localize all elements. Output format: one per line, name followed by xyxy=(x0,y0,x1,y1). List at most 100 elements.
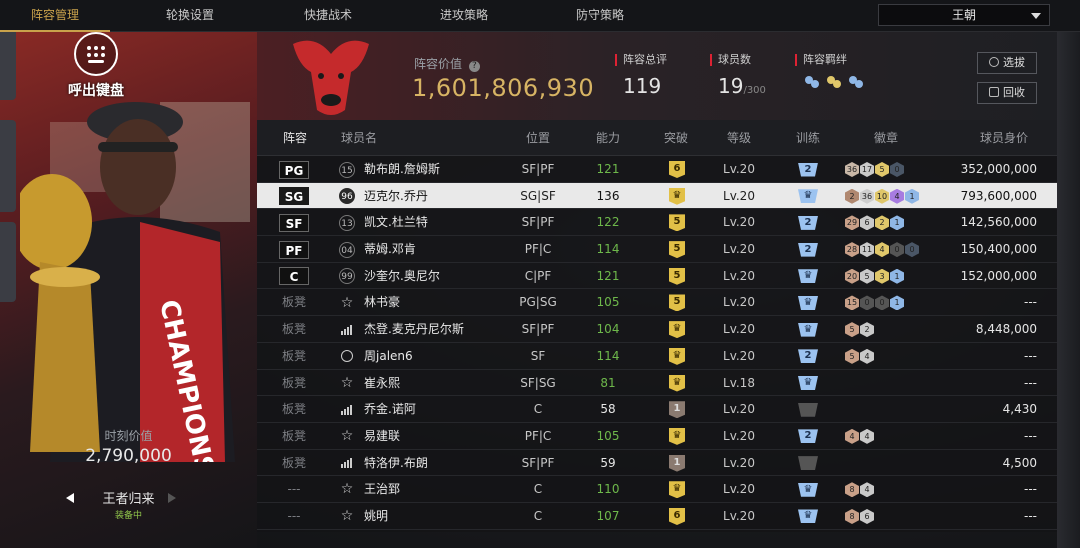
bench-label: 板凳 xyxy=(281,322,306,337)
player-name[interactable]: 姚明 xyxy=(364,503,514,530)
player-rating: 107 xyxy=(596,508,620,523)
player-value: 8,448,000 xyxy=(975,322,1037,337)
breakthrough: ♛ xyxy=(662,370,692,397)
player-name[interactable]: 勒布朗.詹姆斯 xyxy=(364,156,514,183)
card-mode-switch: 王者归来 装备中 xyxy=(0,488,257,521)
player-position: SF|SG xyxy=(520,375,556,390)
player-name[interactable]: 凯文.杜兰特 xyxy=(364,209,514,236)
breakthrough-badge: 6 xyxy=(669,161,685,178)
player-name[interactable]: 林书豪 xyxy=(364,289,514,316)
badge-list: 54 xyxy=(845,343,955,370)
arrow-right-icon[interactable] xyxy=(168,493,176,503)
position-slot-badge[interactable]: PG xyxy=(279,160,309,179)
player-name[interactable]: 沙奎尔.奥尼尔 xyxy=(364,263,514,290)
table-row[interactable]: 板凳 杰登.麦克丹尼尔斯 SF|PF 104 ♛ Lv.20 ♛ 52 8,44… xyxy=(257,316,1057,343)
breakthrough-badge: 6 xyxy=(669,507,685,525)
training: 2 xyxy=(793,423,823,450)
player-name[interactable]: 崔永熙 xyxy=(364,370,514,397)
player-icon: 96 xyxy=(337,183,357,210)
star-icon: ☆ xyxy=(340,374,354,391)
player-name[interactable]: 周jalen6 xyxy=(364,343,514,370)
col-position: 位置 xyxy=(525,131,550,145)
training: ♛ xyxy=(793,183,823,210)
side-tab-handle[interactable] xyxy=(0,120,16,212)
table-row[interactable]: SG 96 迈克尔.乔丹 SG|SF 136 ♛ Lv.20 ♛ 2 36 10 4 1… xyxy=(257,182,1057,210)
player-name[interactable]: 易建联 xyxy=(364,423,514,450)
side-tab-handle[interactable] xyxy=(0,32,16,100)
table-row[interactable]: 板凳 ☆ 易建联 PF|C 105 ♛ Lv.20 2 44 --- xyxy=(257,423,1057,450)
scout-button[interactable]: 选拔 xyxy=(977,52,1037,74)
player-name[interactable]: 特洛伊.布朗 xyxy=(364,450,514,477)
player-name[interactable]: 王治郅 xyxy=(364,476,514,503)
player-position: C xyxy=(533,482,543,497)
player-rating: 121 xyxy=(596,162,620,176)
tab-defense[interactable]: 防守策略 xyxy=(545,0,655,32)
recycle-button[interactable]: 回收 xyxy=(977,82,1037,104)
tab-rotation[interactable]: 轮换设置 xyxy=(135,0,245,32)
table-row[interactable]: PG 15 勒布朗.詹姆斯 SF|PF 121 6 Lv.20 2 36 17 5 0… xyxy=(257,156,1057,183)
table-row[interactable]: 板凳 ☆ 崔永熙 SF|SG 81 ♛ Lv.18 ♛ --- xyxy=(257,370,1057,397)
badge-hex: 2 xyxy=(860,322,874,338)
position-slot-badge[interactable]: PF xyxy=(279,240,309,259)
bench-label: --- xyxy=(287,482,301,497)
table-row[interactable]: SF 13 凯文.杜兰特 SF|PF 122 5 Lv.20 2 29 6 2 1 1… xyxy=(257,209,1057,237)
position-slot-badge[interactable]: C xyxy=(279,267,309,286)
table-row[interactable]: --- ☆ 姚明 C 107 6 Lv.20 ♛ 86 --- xyxy=(257,503,1057,530)
position-slot-badge[interactable]: SG xyxy=(279,187,309,206)
table-row[interactable]: C 99 沙奎尔.奥尼尔 C|PF 121 5 Lv.20 ♛ 20 5 3 1 15… xyxy=(257,263,1057,290)
table-row[interactable]: 板凳 ☆ 林书豪 PG|SG 105 5 Lv.20 ♛ 15 0 0 1 --- xyxy=(257,289,1057,317)
lineup-slot: SF xyxy=(277,209,311,236)
lineup-value: 1,601,806,930 xyxy=(412,74,595,102)
player-name[interactable]: 杰登.麦克丹尼尔斯 xyxy=(364,316,514,343)
lineup-slot: --- xyxy=(277,476,311,503)
player-icon xyxy=(337,316,357,343)
top-nav: 阵容管理 轮换设置 快捷战术 进攻策略 防守策略 王朝 xyxy=(0,0,1080,32)
table-body: PG 15 勒布朗.詹姆斯 SF|PF 121 6 Lv.20 2 36 17 5 0… xyxy=(257,156,1057,530)
badge-hex: 0 xyxy=(890,162,904,177)
table-row[interactable]: 板凳 特洛伊.布朗 SF|PF 59 1 Lv.20 4,500 xyxy=(257,450,1057,477)
bench-label: 板凳 xyxy=(281,295,306,310)
call-keyboard-button[interactable]: 呼出键盘 xyxy=(56,32,136,102)
scrollbar-area[interactable] xyxy=(1057,32,1080,548)
side-tab-handle[interactable] xyxy=(0,222,16,302)
lineup-slot: 板凳 xyxy=(277,316,311,343)
refresh-icon xyxy=(989,57,999,67)
table-row[interactable]: 板凳 乔金.诺阿 C 58 1 Lv.20 4,430 xyxy=(257,396,1057,423)
position-slot-badge[interactable]: SF xyxy=(279,213,309,232)
training-badge: 2 xyxy=(798,242,818,257)
player-icon: 13 xyxy=(337,209,357,236)
training-badge: 2 xyxy=(798,162,818,177)
player-value: 793,600,000 xyxy=(960,188,1037,203)
badge-list: 52 xyxy=(845,316,955,343)
lineup-synergy: 阵容羁绊 xyxy=(795,54,871,96)
table-row[interactable]: --- ☆ 王治郅 C 110 ♛ Lv.20 ♛ 84 --- xyxy=(257,476,1057,503)
badge-list: 15 0 0 1 xyxy=(845,289,955,316)
player-icon xyxy=(337,396,357,423)
star-icon: ☆ xyxy=(340,428,354,445)
tab-quick-tactics[interactable]: 快捷战术 xyxy=(273,0,383,32)
player-value: 4,430 xyxy=(1002,402,1037,417)
player-name[interactable]: 蒂姆.邓肯 xyxy=(364,236,514,263)
jersey-number: 13 xyxy=(339,214,355,231)
badge-hex: 1 xyxy=(890,295,904,311)
table-row[interactable]: PF 04 蒂姆.邓肯 PF|C 114 5 Lv.20 2 28 11 4 0 0 1… xyxy=(257,236,1057,263)
breakthrough-badge: 1 xyxy=(669,454,685,472)
tab-offense[interactable]: 进攻策略 xyxy=(409,0,519,32)
player-rating: 121 xyxy=(596,268,620,283)
badge-hex: 4 xyxy=(875,242,889,258)
player-level: Lv.20 xyxy=(723,215,755,230)
breakthrough-badge: 5 xyxy=(669,267,685,285)
table-row[interactable]: 板凳 周jalen6 SF 114 ♛ Lv.20 2 54 --- xyxy=(257,343,1057,370)
player-position: PG|SG xyxy=(519,295,557,310)
lineup-select[interactable]: 王朝 xyxy=(878,4,1050,26)
breakthrough: ♛ xyxy=(662,476,692,503)
lineup-header: 阵容价值 ? 1,601,806,930 阵容总评 119 球员数 19/300… xyxy=(257,32,1057,120)
help-icon[interactable]: ? xyxy=(468,61,480,72)
badge-hex: 20 xyxy=(845,268,859,284)
player-name[interactable]: 迈克尔.乔丹 xyxy=(364,183,514,210)
player-name[interactable]: 乔金.诺阿 xyxy=(364,396,514,423)
synergy-icons[interactable] xyxy=(795,72,871,96)
player-icon: ☆ xyxy=(337,289,357,316)
tab-lineup[interactable]: 阵容管理 xyxy=(0,0,110,32)
arrow-left-icon[interactable] xyxy=(66,493,74,503)
